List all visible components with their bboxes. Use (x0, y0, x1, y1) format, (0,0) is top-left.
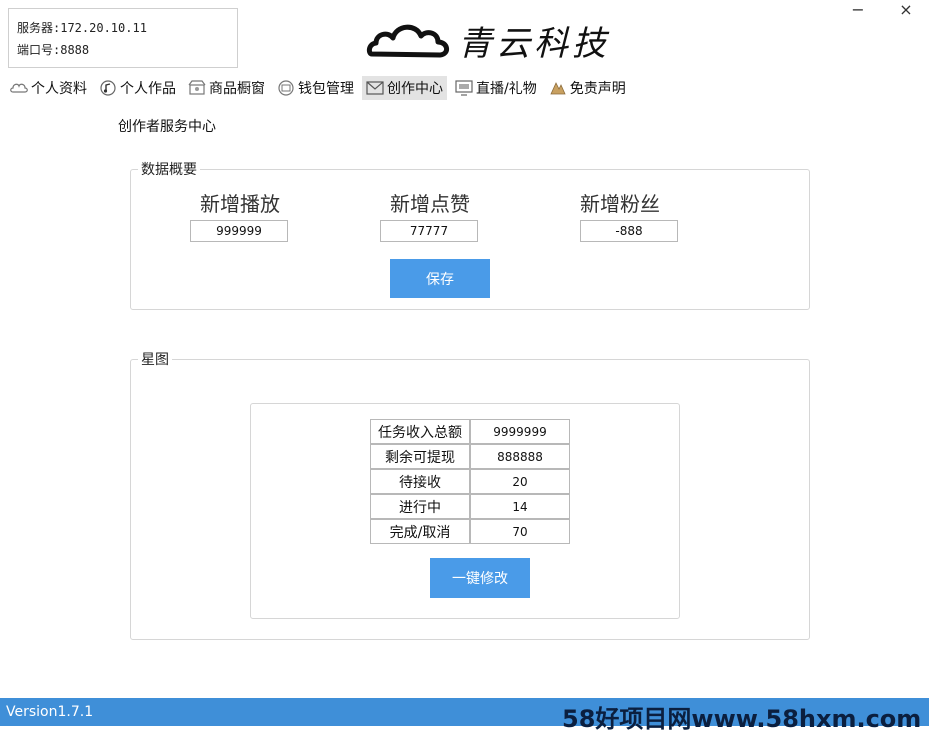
stat-value-input[interactable]: 14 (470, 494, 570, 519)
wallet-icon (277, 80, 295, 96)
mail-icon (366, 80, 384, 96)
fans-input[interactable] (580, 220, 678, 242)
save-button[interactable]: 保存 (390, 259, 490, 298)
likes-input[interactable] (380, 220, 478, 242)
tab-showcase[interactable]: 商品橱窗 (184, 76, 269, 100)
metric-label-fans: 新增粉丝 (580, 192, 660, 216)
tab-disclaimer[interactable]: 免责声明 (545, 76, 630, 100)
server-address-value: 172.20.10.11 (60, 21, 147, 35)
tab-label: 直播/礼物 (476, 81, 537, 97)
brand-name: 青云科技 (458, 24, 610, 64)
tab-label: 钱包管理 (298, 81, 354, 97)
gift-icon (549, 80, 567, 96)
stat-key: 待接收 (370, 469, 470, 494)
stat-key: 剩余可提现 (370, 444, 470, 469)
metric-label-likes: 新增点赞 (390, 192, 470, 216)
modify-all-button[interactable]: 一键修改 (430, 558, 530, 598)
star-group-title: 星图 (138, 349, 172, 369)
stats-table: 任务收入总额 9999999 剩余可提现 888888 待接收 20 进行中 1… (370, 419, 570, 544)
watermark-text: 58好项目网www.58hxm.com (562, 705, 922, 733)
tab-label: 个人作品 (120, 81, 176, 97)
table-row: 进行中 14 (370, 494, 570, 519)
tab-works[interactable]: 个人作品 (95, 76, 180, 100)
table-row: 完成/取消 70 (370, 519, 570, 544)
stat-value-input[interactable]: 70 (470, 519, 570, 544)
stat-key: 任务收入总额 (370, 419, 470, 444)
minimize-button[interactable]: − (848, 0, 868, 20)
table-row: 剩余可提现 888888 (370, 444, 570, 469)
server-address-label: 服务器: (17, 21, 61, 35)
tab-label: 免责声明 (569, 81, 626, 97)
tab-label: 创作中心 (387, 81, 443, 97)
tab-wallet[interactable]: 钱包管理 (273, 76, 358, 100)
stat-value-input[interactable]: 20 (470, 469, 570, 494)
cloud-icon (10, 80, 28, 96)
server-port-value: 8888 (60, 43, 90, 57)
tab-bar: 个人资料 个人作品 商品橱窗 钱包管理 创作中心 直播/礼物 免责声明 (6, 76, 630, 100)
stat-key: 进行中 (370, 494, 470, 519)
monitor-icon (455, 80, 473, 96)
overview-group-title: 数据概要 (138, 159, 200, 179)
table-row: 任务收入总额 9999999 (370, 419, 570, 444)
tab-label: 商品橱窗 (209, 81, 265, 97)
tab-creator-center[interactable]: 创作中心 (362, 76, 447, 100)
music-note-icon (99, 80, 117, 96)
stat-value-input[interactable]: 9999999 (470, 419, 570, 444)
metric-label-plays: 新增播放 (200, 192, 280, 216)
close-button[interactable]: × (896, 0, 916, 20)
shop-icon (188, 80, 206, 96)
stat-value-input[interactable]: 888888 (470, 444, 570, 469)
version-label: Version1.7.1 (6, 704, 94, 720)
server-port-label: 端口号: (17, 43, 61, 57)
server-info-box: 服务器:172.20.10.11 端口号:8888 (8, 8, 238, 68)
table-row: 待接收 20 (370, 469, 570, 494)
plays-input[interactable] (190, 220, 288, 242)
tab-label: 个人资料 (31, 81, 87, 97)
tab-profile[interactable]: 个人资料 (6, 76, 91, 100)
tab-live-gifts[interactable]: 直播/礼物 (451, 76, 541, 100)
page-heading: 创作者服务中心 (118, 119, 216, 135)
stat-key: 完成/取消 (370, 519, 470, 544)
